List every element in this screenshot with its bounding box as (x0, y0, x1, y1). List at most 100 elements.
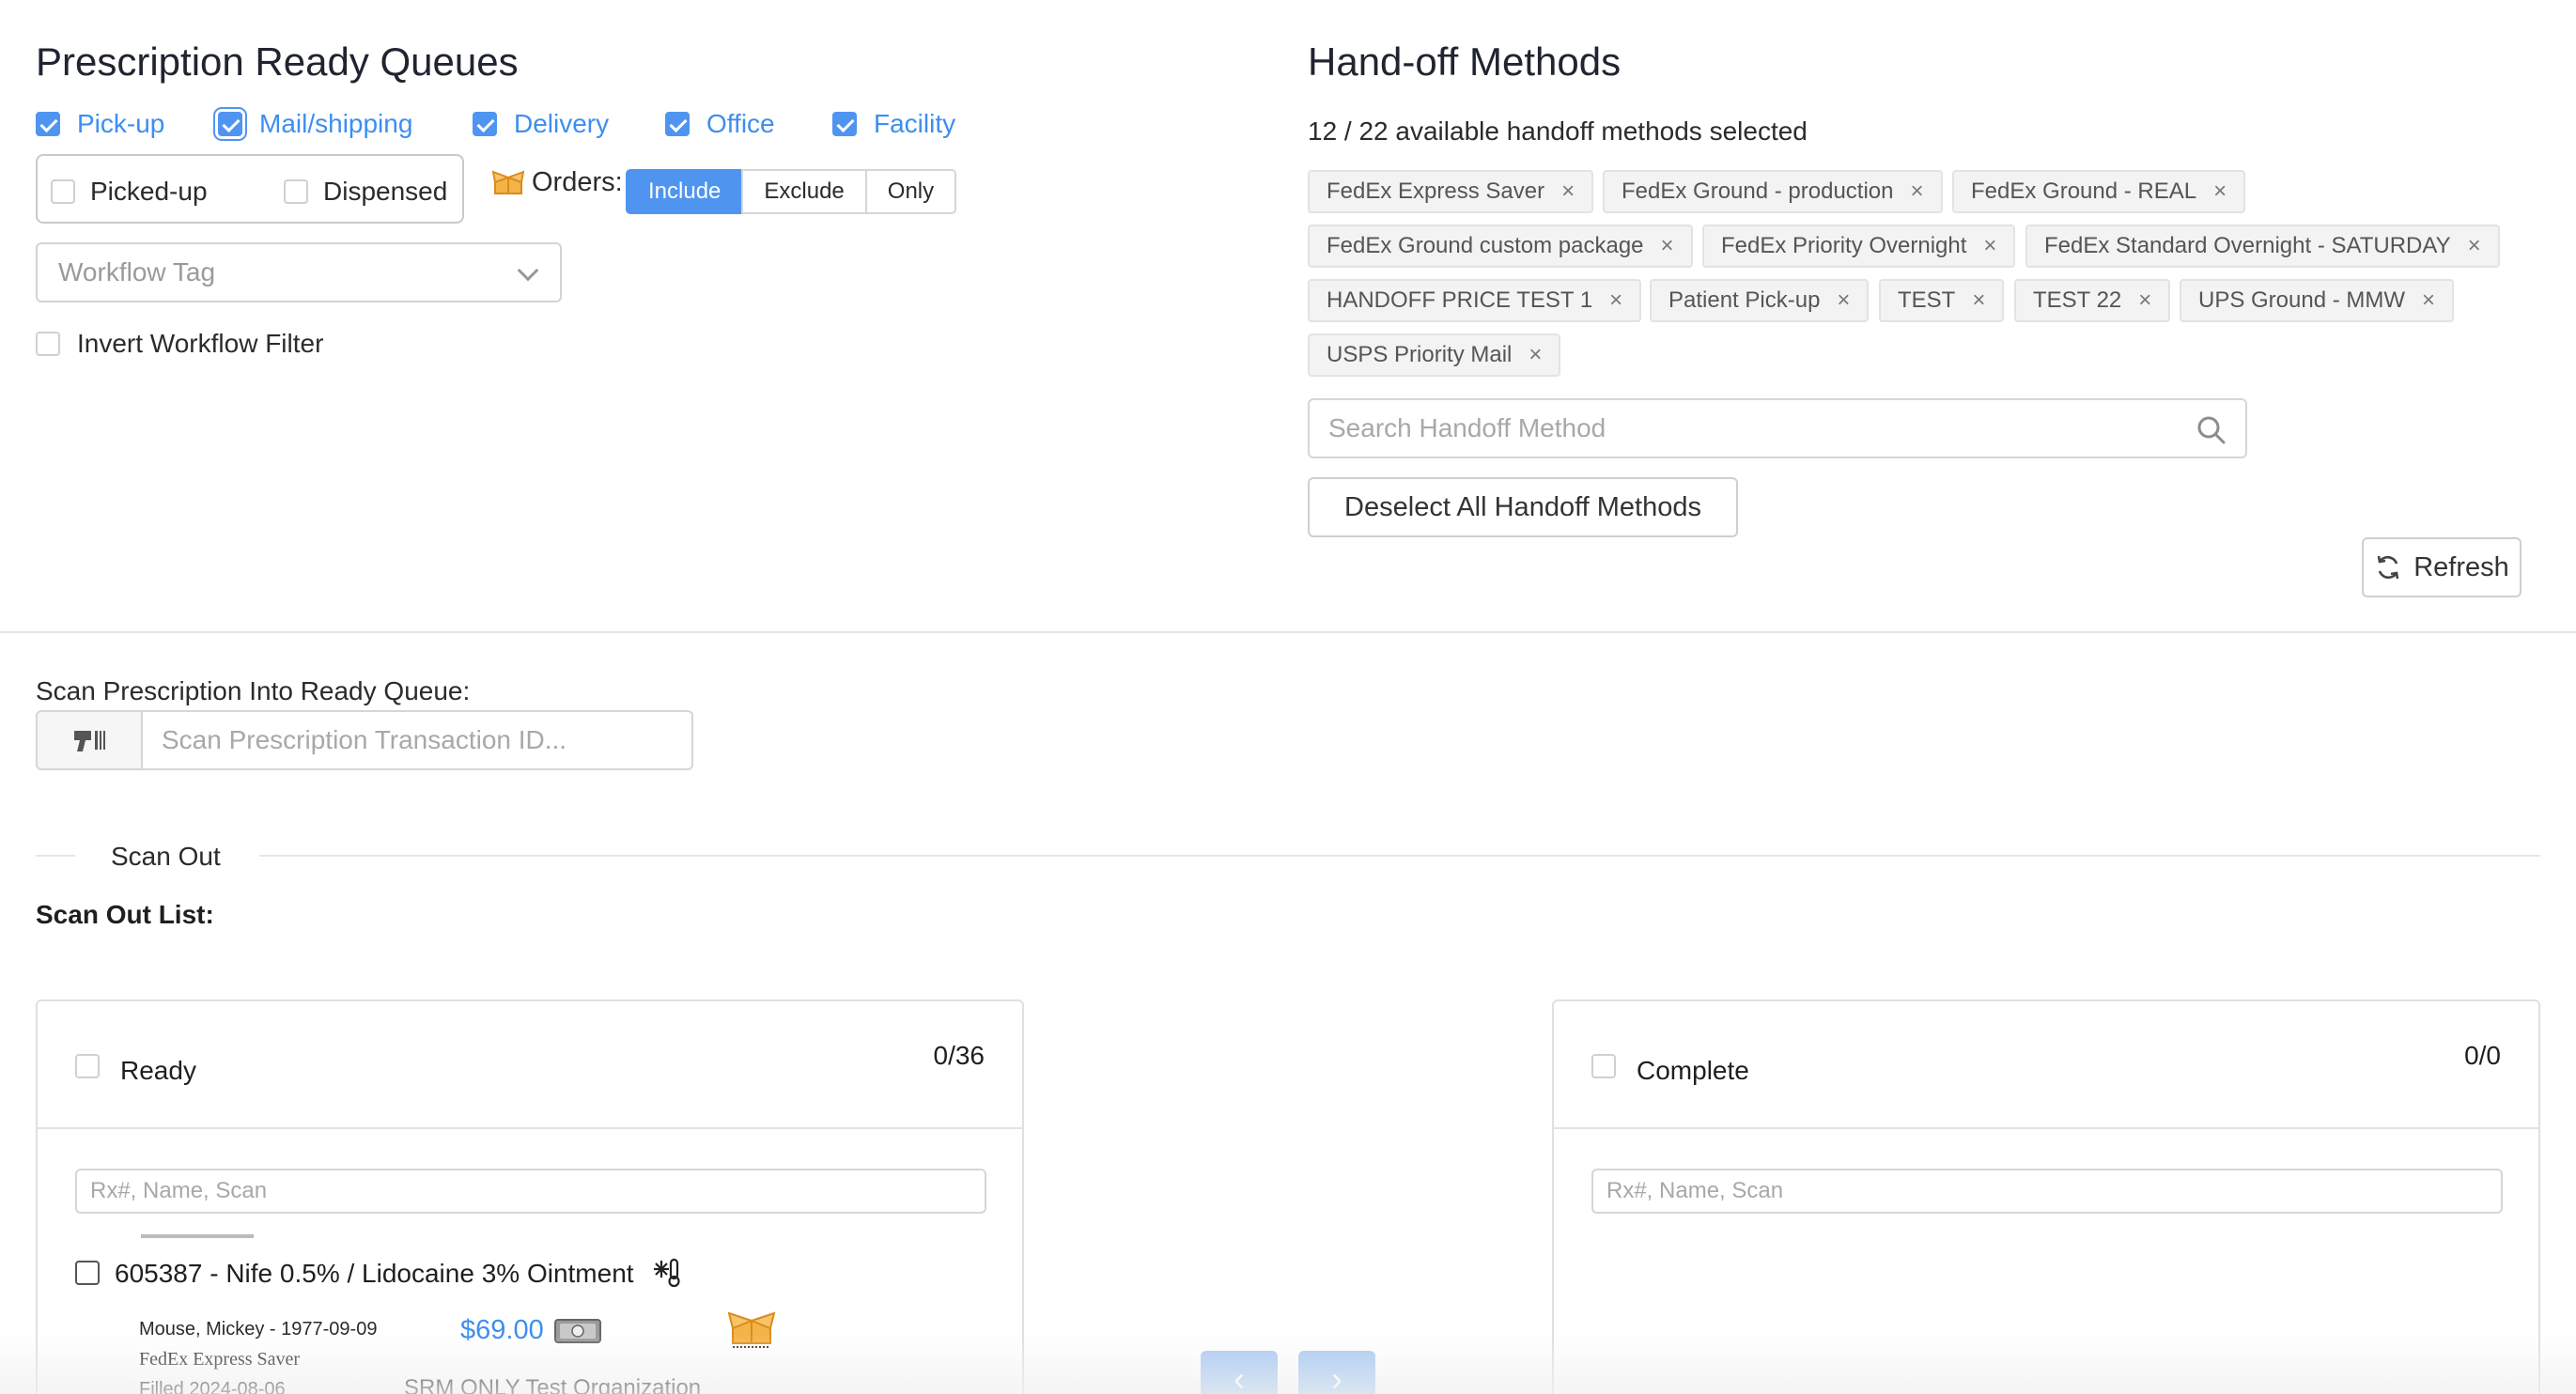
complete-title: Complete (1637, 1056, 1749, 1085)
orders-label: Orders: (532, 167, 623, 197)
orders-only-option[interactable]: Only (864, 169, 957, 214)
queue-label: Mail/shipping (259, 109, 413, 138)
handoff-tag: FedEx Ground - production × (1603, 170, 1943, 213)
close-icon[interactable]: × (1529, 342, 1542, 368)
cash-icon (554, 1319, 601, 1343)
handoff-search-input[interactable]: Search Handoff Method (1308, 398, 2247, 458)
queue-delivery[interactable]: Delivery (473, 107, 609, 141)
search-icon[interactable] (2196, 415, 2227, 445)
divider-left (36, 855, 75, 857)
organization: SRM ONLY Test Organization (404, 1375, 702, 1394)
close-icon[interactable]: × (1911, 178, 1924, 205)
queue-label: Office (706, 109, 775, 138)
status-label: Picked-up (90, 177, 208, 206)
refresh-icon (2377, 555, 2399, 580)
tag-label: Patient Pick-up (1668, 287, 1821, 313)
close-icon[interactable]: × (2422, 287, 2435, 314)
box-icon (727, 1311, 776, 1348)
ready-search-input[interactable]: Rx#, Name, Scan (75, 1169, 986, 1214)
complete-count: 0/0 (2464, 1041, 2501, 1070)
move-left-button[interactable]: ‹ (1201, 1351, 1278, 1394)
price: $69.00 (460, 1315, 544, 1345)
close-icon[interactable]: × (1972, 287, 1985, 314)
close-icon[interactable]: × (1837, 287, 1850, 314)
checkbox[interactable] (284, 179, 308, 204)
close-icon[interactable]: × (1661, 233, 1674, 259)
list-item[interactable]: 605387 - Nife 0.5% / Lidocaine 3% Ointme… (38, 1251, 1022, 1394)
checkbox[interactable] (36, 332, 60, 356)
checkbox[interactable] (51, 179, 75, 204)
handoff-tag: TEST × (1879, 279, 2005, 322)
status-picked-up[interactable]: Picked-up (51, 177, 208, 207)
complete-search-placeholder: Rx#, Name, Scan (1606, 1178, 1784, 1203)
queue-label: Pick-up (77, 109, 165, 138)
scan-placeholder: Scan Prescription Transaction ID... (162, 725, 567, 754)
tag-label: UPS Ground - MMW (2198, 287, 2406, 313)
refresh-button[interactable]: Refresh (2362, 537, 2522, 597)
scan-label: Scan Prescription Into Ready Queue: (36, 676, 471, 705)
tag-label: FedEx Ground - production (1622, 178, 1894, 204)
tag-label: FedEx Express Saver (1327, 178, 1545, 204)
close-icon[interactable]: × (1561, 178, 1575, 205)
orders-segmented-control: Include Exclude Only (626, 169, 957, 214)
close-icon[interactable]: × (2213, 178, 2227, 205)
invert-workflow-filter[interactable]: Invert Workflow Filter (36, 329, 323, 359)
ready-search-placeholder: Rx#, Name, Scan (90, 1178, 268, 1203)
handoff-tag: HANDOFF PRICE TEST 1 × (1308, 279, 1642, 322)
close-icon[interactable]: × (1983, 233, 1996, 259)
queue-mail-shipping[interactable]: Mail/shipping (218, 107, 412, 141)
queue-pickup[interactable]: Pick-up (36, 107, 164, 141)
queues-title: Prescription Ready Queues (36, 39, 519, 84)
scan-transaction-input[interactable]: Scan Prescription Transaction ID... (143, 710, 693, 770)
refresh-label: Refresh (2413, 551, 2509, 582)
checkbox[interactable] (36, 112, 60, 136)
invert-label: Invert Workflow Filter (77, 329, 324, 358)
select-all-checkbox[interactable] (1591, 1054, 1616, 1078)
orders-exclude-option[interactable]: Exclude (741, 169, 867, 214)
workflow-tag-placeholder: Workflow Tag (58, 257, 216, 287)
handoff-title: Hand-off Methods (1308, 39, 1622, 84)
handoff-search-placeholder: Search Handoff Method (1328, 413, 1606, 442)
queue-office[interactable]: Office (665, 107, 775, 141)
scan-input-group: Scan Prescription Transaction ID... (36, 710, 693, 770)
item-checkbox[interactable] (75, 1261, 100, 1285)
checkbox[interactable] (218, 112, 242, 136)
handoff-tag: FedEx Express Saver × (1308, 170, 1594, 213)
section-divider (0, 631, 2576, 633)
handoff-tag: UPS Ground - MMW × (2180, 279, 2455, 322)
queue-facility[interactable]: Facility (832, 107, 955, 141)
deselect-all-handoff-button[interactable]: Deselect All Handoff Methods (1308, 477, 1738, 537)
orders-include-option[interactable]: Include (626, 169, 744, 214)
checkbox[interactable] (473, 112, 497, 136)
handoff-tag: USPS Priority Mail × (1308, 333, 1561, 377)
workflow-tag-select[interactable]: Workflow Tag (36, 242, 562, 302)
checkbox[interactable] (665, 112, 690, 136)
handoff-summary: 12 / 22 available handoff methods select… (1308, 116, 1808, 146)
tag-label: USPS Priority Mail (1327, 342, 1513, 367)
close-icon[interactable]: × (2468, 233, 2481, 259)
queue-label: Facility (874, 109, 956, 138)
rx-title: 605387 - Nife 0.5% / Lidocaine 3% Ointme… (115, 1259, 634, 1288)
tag-label: TEST (1898, 287, 1956, 313)
tag-label: TEST 22 (2033, 287, 2122, 313)
complete-search-input[interactable]: Rx#, Name, Scan (1591, 1169, 2503, 1214)
status-label: Dispensed (323, 177, 448, 206)
chevron-down-icon (517, 259, 539, 282)
barcode-scanner-icon (36, 710, 143, 770)
checkbox[interactable] (832, 112, 857, 136)
list-item-fragment (141, 1231, 517, 1238)
status-dispensed[interactable]: Dispensed (284, 177, 447, 207)
close-icon[interactable]: × (1609, 287, 1622, 314)
move-right-button[interactable]: › (1298, 1351, 1375, 1394)
ready-panel: Ready 0/36 Rx#, Name, Scan 605387 - Nife… (36, 999, 1024, 1394)
patient-name: Mouse, Mickey - 1977-09-09 (139, 1319, 378, 1340)
handoff-tag: FedEx Ground - REAL × (1952, 170, 2246, 213)
status-filter-box: Picked-up Dispensed (36, 154, 464, 224)
select-all-checkbox[interactable] (75, 1054, 100, 1078)
complete-panel: Complete 0/0 Rx#, Name, Scan (1552, 999, 2540, 1394)
close-icon[interactable]: × (2138, 287, 2151, 314)
tag-label: FedEx Ground custom package (1327, 233, 1644, 258)
ready-title: Ready (120, 1056, 196, 1085)
complete-panel-header: Complete 0/0 (1554, 1001, 2538, 1129)
queue-label: Delivery (514, 109, 610, 138)
